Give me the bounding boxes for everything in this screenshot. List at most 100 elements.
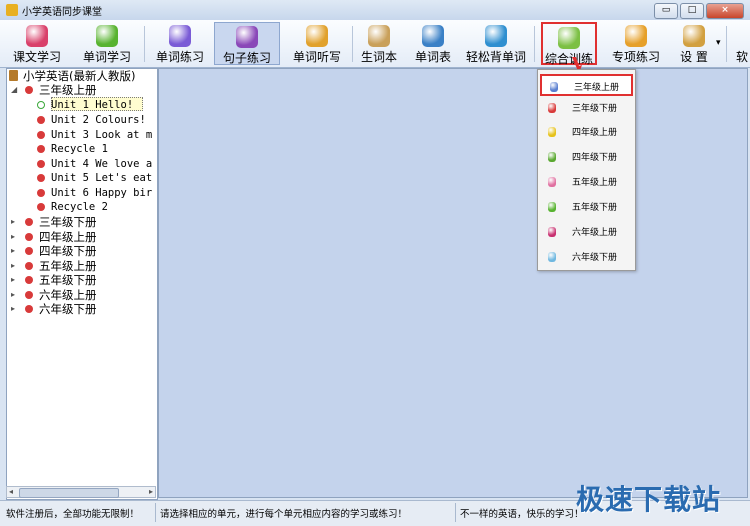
toolbar-button-memorize[interactable]: 轻松背单词 — [462, 22, 530, 65]
comprehensive-dropdown-menu: 三年级上册 三年级下册 四年级上册 四年级下册 五年级上册 五年级下册 六年级上… — [537, 69, 636, 271]
window-title: 小学英语同步课堂 — [22, 7, 102, 18]
toolbar-label: 句子练习 — [222, 51, 271, 65]
toolbar-label: 轻松背单词 — [465, 50, 526, 64]
grade-icon — [550, 82, 558, 92]
toolbar-button-word-list[interactable]: 单词表 — [410, 22, 456, 65]
maximize-button[interactable]: □ — [680, 3, 704, 19]
scroll-right-icon[interactable]: ▸ — [149, 487, 153, 496]
toolbar-button-dictation[interactable]: 单词听写 — [284, 22, 350, 65]
toolbar-separator — [144, 26, 145, 62]
expand-icon[interactable]: ▸ — [11, 275, 15, 284]
toolbar: 课文学习 单词学习 单词练习 句子练习 单词听写 生词本 单词表 轻松背单词 综… — [0, 20, 750, 68]
expand-icon[interactable]: ▸ — [11, 290, 15, 299]
status-separator — [455, 503, 456, 522]
close-button[interactable]: × — [706, 3, 744, 19]
expand-icon[interactable]: ▸ — [11, 232, 15, 241]
dropdown-item-grade3-vol2[interactable]: 三年级下册 — [540, 97, 633, 119]
magnifier-icon — [485, 25, 507, 47]
dropdown-item-label: 三年级上册 — [574, 83, 620, 93]
dropdown-item-label: 六年级下册 — [572, 253, 618, 263]
minimize-button[interactable]: ▭ — [654, 3, 678, 19]
toolbar-label: 综合训练 — [544, 52, 593, 66]
toolbar-button-text-study[interactable]: 课文学习 — [4, 22, 70, 65]
grade-dot-icon — [25, 86, 33, 94]
expand-icon[interactable]: ▸ — [11, 304, 15, 313]
list-book-icon — [422, 25, 444, 47]
tree-grade-label: 六年级上册 — [39, 288, 97, 302]
grade-icon — [548, 202, 556, 212]
dropdown-item-label: 三年级下册 — [572, 104, 618, 114]
toolbar-button-word-study[interactable]: 单词学习 — [74, 22, 140, 65]
toolbar-label: 生词本 — [360, 50, 397, 64]
unit-dot-icon — [37, 174, 45, 182]
tree-unit-label: Unit 2 Colours! — [51, 114, 146, 126]
toolbar-label: 单词表 — [414, 50, 451, 64]
tree-horizontal-scrollbar[interactable]: ◂ ▸ — [6, 486, 156, 498]
dropdown-item-label: 五年级下册 — [572, 203, 618, 213]
dropdown-item-grade5-vol2[interactable]: 五年级下册 — [540, 196, 633, 218]
dropdown-item-label: 五年级上册 — [572, 178, 618, 188]
dropdown-item-grade6-vol2[interactable]: 六年级下册 — [540, 246, 633, 268]
grade-dot-icon — [25, 262, 33, 270]
toolbar-separator — [726, 26, 727, 62]
status-slogan: 不一样的英语，快乐的学习！ — [460, 509, 584, 520]
collapse-icon[interactable]: ◢ — [11, 85, 17, 94]
grade-icon — [548, 127, 556, 137]
toolbar-button-software[interactable]: 软 — [730, 22, 750, 65]
toolbar-button-vocabulary-book[interactable]: 生词本 — [356, 22, 402, 65]
toolbar-separator — [352, 26, 353, 62]
dropdown-item-grade4-vol1[interactable]: 四年级上册 — [540, 121, 633, 143]
toolbar-button-comprehensive[interactable]: 综合训练 — [541, 22, 597, 66]
tree-grade-label: 三年级上册 — [39, 83, 97, 97]
toolbar-label: 课文学习 — [12, 50, 61, 64]
grade-icon — [548, 177, 556, 187]
unit-dot-icon — [37, 160, 45, 168]
dropdown-item-grade3-vol1[interactable]: 三年级上册 — [540, 74, 633, 96]
grade-dot-icon — [25, 291, 33, 299]
dropdown-item-label: 四年级上册 — [572, 128, 618, 138]
toolbar-button-settings[interactable]: 设 置 — [670, 22, 718, 65]
grade-icon — [548, 227, 556, 237]
toolbar-button-sentence-practice[interactable]: 句子练习 — [214, 22, 280, 65]
dropdown-item-label: 六年级上册 — [572, 228, 618, 238]
toolbar-button-special-practice[interactable]: 专项练习 — [606, 22, 666, 65]
toolbar-label: 设 置 — [680, 50, 708, 64]
course-tree[interactable]: 小学英语(最新人教版) ◢ 三年级上册 Unit 1 Hello! Unit 2… — [6, 68, 158, 500]
grade-icon — [548, 152, 556, 162]
scroll-left-icon[interactable]: ◂ — [9, 487, 13, 496]
settings-dropdown-arrow-icon[interactable]: ▾ — [716, 38, 721, 48]
expand-icon[interactable]: ▸ — [11, 217, 15, 226]
expand-icon[interactable]: ▸ — [11, 246, 15, 255]
tree-unit-label: Unit 3 Look at m — [51, 129, 153, 141]
tree-root-label: 小学英语(最新人教版) — [23, 69, 136, 83]
unit-dot-icon — [37, 131, 45, 139]
tree-grade-label: 四年级下册 — [39, 244, 97, 258]
toolbar-separator — [534, 26, 535, 62]
toolbar-button-word-practice[interactable]: 单词练习 — [148, 22, 212, 65]
tree-unit-label: Unit 1 Hello! — [51, 99, 134, 111]
tree-grade-label: 六年级下册 — [39, 302, 97, 316]
tree-grade-label: 五年级下册 — [39, 273, 97, 287]
toolbar-label: 专项练习 — [611, 50, 660, 64]
grade-icon — [548, 103, 556, 113]
status-separator — [155, 503, 156, 522]
notepad-icon — [368, 25, 390, 47]
unit-dot-icon — [37, 145, 45, 153]
status-registration: 软件注册后，全部功能无限制！ — [6, 509, 140, 520]
expand-icon[interactable]: ▸ — [11, 261, 15, 270]
dropdown-item-grade5-vol1[interactable]: 五年级上册 — [540, 171, 633, 193]
unit-dot-icon — [37, 203, 45, 211]
grade-dot-icon — [25, 276, 33, 284]
app-icon — [6, 4, 18, 16]
dropdown-item-grade4-vol2[interactable]: 四年级下册 — [540, 146, 633, 168]
content-area — [158, 68, 748, 498]
toolbar-label: 单词练习 — [155, 50, 204, 64]
scroll-thumb[interactable] — [19, 488, 119, 498]
dropdown-item-grade6-vol1[interactable]: 六年级上册 — [540, 221, 633, 243]
tree-unit-label: Unit 6 Happy bir — [51, 187, 153, 199]
watermark: 极速下载站 — [576, 483, 722, 516]
tree-unit-label: Unit 4 We love a — [51, 158, 153, 170]
tree-grade-label: 五年级上册 — [39, 259, 97, 273]
tree-unit-label: Unit 5 Let's eat — [51, 172, 153, 184]
toolbar-label: 单词听写 — [292, 50, 341, 64]
